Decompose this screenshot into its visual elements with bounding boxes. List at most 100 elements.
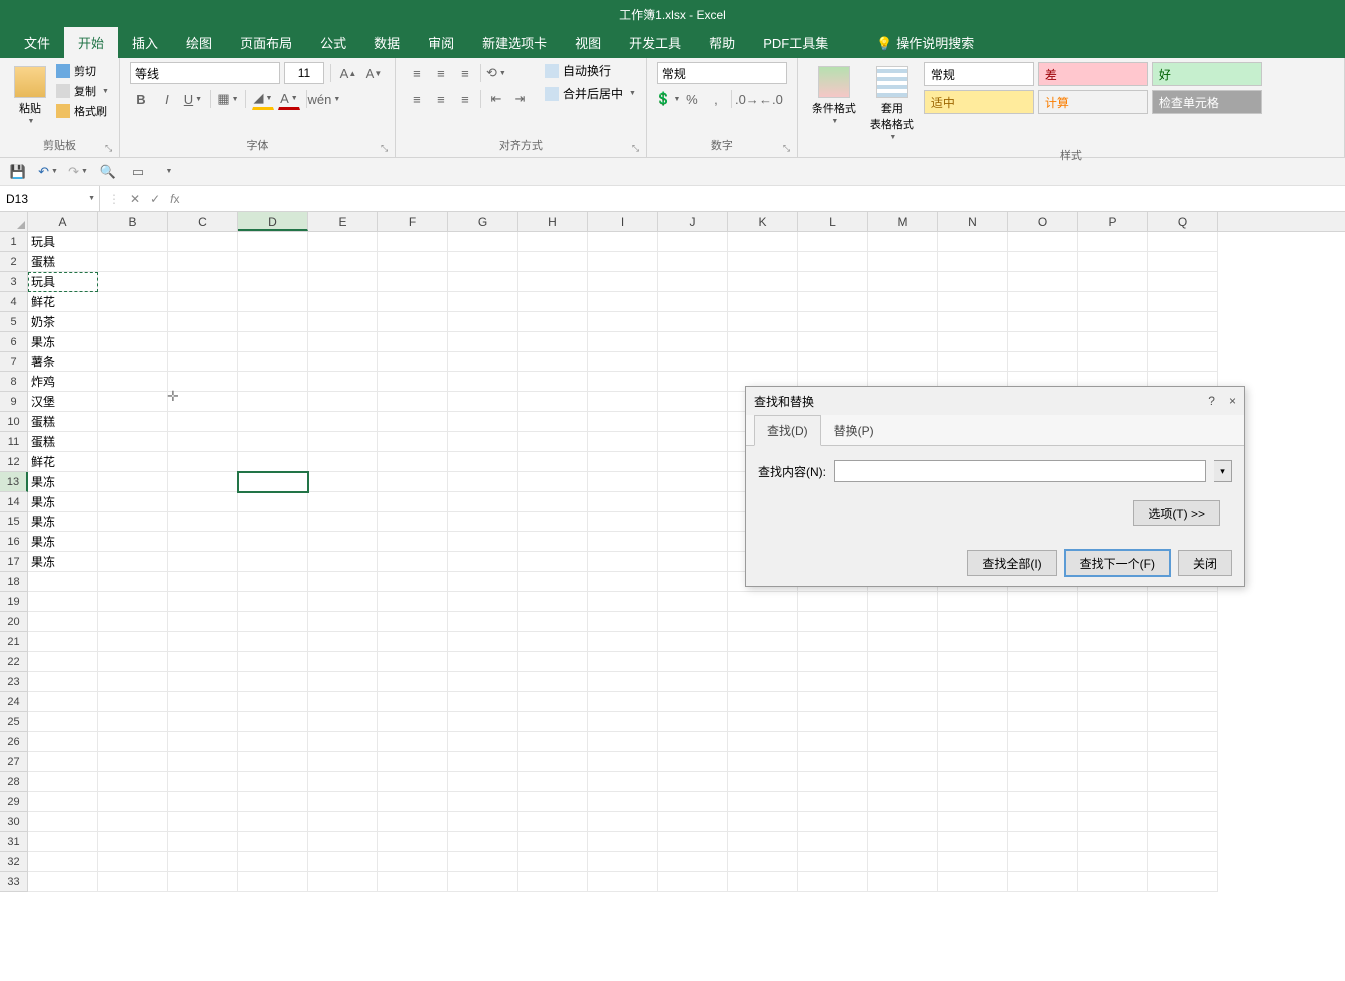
cell-D29[interactable] bbox=[238, 792, 308, 812]
cell-B28[interactable] bbox=[98, 772, 168, 792]
cell-M25[interactable] bbox=[868, 712, 938, 732]
cell-D16[interactable] bbox=[238, 532, 308, 552]
cell-K32[interactable] bbox=[728, 852, 798, 872]
cell-M24[interactable] bbox=[868, 692, 938, 712]
cell-G33[interactable] bbox=[448, 872, 518, 892]
cell-J16[interactable] bbox=[658, 532, 728, 552]
cell-G32[interactable] bbox=[448, 852, 518, 872]
cell-G30[interactable] bbox=[448, 812, 518, 832]
cell-L2[interactable] bbox=[798, 252, 868, 272]
cell-J12[interactable] bbox=[658, 452, 728, 472]
cell-C22[interactable] bbox=[168, 652, 238, 672]
cell-A15[interactable]: 果冻 bbox=[28, 512, 98, 532]
cell-F1[interactable] bbox=[378, 232, 448, 252]
cell-Q31[interactable] bbox=[1148, 832, 1218, 852]
cell-F3[interactable] bbox=[378, 272, 448, 292]
cell-A27[interactable] bbox=[28, 752, 98, 772]
cell-M21[interactable] bbox=[868, 632, 938, 652]
cell-H17[interactable] bbox=[518, 552, 588, 572]
cell-H32[interactable] bbox=[518, 852, 588, 872]
ribbon-tab-2[interactable]: 插入 bbox=[118, 27, 172, 58]
cell-E16[interactable] bbox=[308, 532, 378, 552]
cell-J21[interactable] bbox=[658, 632, 728, 652]
cell-H23[interactable] bbox=[518, 672, 588, 692]
cell-N27[interactable] bbox=[938, 752, 1008, 772]
row-header-31[interactable]: 31 bbox=[0, 832, 28, 852]
cell-P6[interactable] bbox=[1078, 332, 1148, 352]
cell-O32[interactable] bbox=[1008, 852, 1078, 872]
cell-J22[interactable] bbox=[658, 652, 728, 672]
cell-F8[interactable] bbox=[378, 372, 448, 392]
cell-E31[interactable] bbox=[308, 832, 378, 852]
cell-G31[interactable] bbox=[448, 832, 518, 852]
cell-C16[interactable] bbox=[168, 532, 238, 552]
cell-D8[interactable] bbox=[238, 372, 308, 392]
cell-K21[interactable] bbox=[728, 632, 798, 652]
cell-K4[interactable] bbox=[728, 292, 798, 312]
cell-Q5[interactable] bbox=[1148, 312, 1218, 332]
cell-N26[interactable] bbox=[938, 732, 1008, 752]
cell-H8[interactable] bbox=[518, 372, 588, 392]
cell-B1[interactable] bbox=[98, 232, 168, 252]
cell-A8[interactable]: 炸鸡 bbox=[28, 372, 98, 392]
cell-L25[interactable] bbox=[798, 712, 868, 732]
cell-D1[interactable] bbox=[238, 232, 308, 252]
cell-C17[interactable] bbox=[168, 552, 238, 572]
col-header-K[interactable]: K bbox=[728, 212, 798, 231]
cell-A2[interactable]: 蛋糕 bbox=[28, 252, 98, 272]
cell-D26[interactable] bbox=[238, 732, 308, 752]
fx-button[interactable]: fx bbox=[170, 192, 179, 206]
row-header-23[interactable]: 23 bbox=[0, 672, 28, 692]
font-name-input[interactable] bbox=[130, 62, 280, 84]
table-format-button[interactable]: 套用 表格格式 ▼ bbox=[866, 62, 918, 145]
cell-B8[interactable] bbox=[98, 372, 168, 392]
cell-Q33[interactable] bbox=[1148, 872, 1218, 892]
cell-P25[interactable] bbox=[1078, 712, 1148, 732]
cell-N31[interactable] bbox=[938, 832, 1008, 852]
cell-E1[interactable] bbox=[308, 232, 378, 252]
row-header-10[interactable]: 10 bbox=[0, 412, 28, 432]
cell-E25[interactable] bbox=[308, 712, 378, 732]
cell-O31[interactable] bbox=[1008, 832, 1078, 852]
cell-B16[interactable] bbox=[98, 532, 168, 552]
cell-D28[interactable] bbox=[238, 772, 308, 792]
cell-G11[interactable] bbox=[448, 432, 518, 452]
cell-G8[interactable] bbox=[448, 372, 518, 392]
cell-O29[interactable] bbox=[1008, 792, 1078, 812]
cell-M2[interactable] bbox=[868, 252, 938, 272]
ribbon-tab-7[interactable]: 审阅 bbox=[414, 27, 468, 58]
cell-G26[interactable] bbox=[448, 732, 518, 752]
cell-L3[interactable] bbox=[798, 272, 868, 292]
cell-J33[interactable] bbox=[658, 872, 728, 892]
formula-input[interactable] bbox=[187, 186, 1345, 211]
row-header-22[interactable]: 22 bbox=[0, 652, 28, 672]
dialog-launcher-icon[interactable]: ⤡ bbox=[783, 143, 795, 155]
cell-F14[interactable] bbox=[378, 492, 448, 512]
style-check[interactable]: 检查单元格 bbox=[1152, 90, 1262, 114]
cell-F23[interactable] bbox=[378, 672, 448, 692]
cell-D12[interactable] bbox=[238, 452, 308, 472]
cell-C23[interactable] bbox=[168, 672, 238, 692]
cell-E18[interactable] bbox=[308, 572, 378, 592]
cell-O2[interactable] bbox=[1008, 252, 1078, 272]
ribbon-tab-1[interactable]: 开始 bbox=[64, 27, 118, 58]
cell-A26[interactable] bbox=[28, 732, 98, 752]
tab-replace[interactable]: 替换(P) bbox=[821, 415, 887, 445]
cell-I22[interactable] bbox=[588, 652, 658, 672]
row-header-6[interactable]: 6 bbox=[0, 332, 28, 352]
align-bottom-button[interactable]: ≡ bbox=[454, 62, 476, 84]
cell-E15[interactable] bbox=[308, 512, 378, 532]
cell-E33[interactable] bbox=[308, 872, 378, 892]
cell-N4[interactable] bbox=[938, 292, 1008, 312]
cell-M29[interactable] bbox=[868, 792, 938, 812]
cell-C21[interactable] bbox=[168, 632, 238, 652]
cell-H3[interactable] bbox=[518, 272, 588, 292]
cell-H24[interactable] bbox=[518, 692, 588, 712]
cell-D30[interactable] bbox=[238, 812, 308, 832]
cell-B10[interactable] bbox=[98, 412, 168, 432]
cell-M28[interactable] bbox=[868, 772, 938, 792]
cell-H11[interactable] bbox=[518, 432, 588, 452]
cell-K27[interactable] bbox=[728, 752, 798, 772]
format-painter-button[interactable]: 格式刷 bbox=[56, 102, 109, 120]
cell-O26[interactable] bbox=[1008, 732, 1078, 752]
